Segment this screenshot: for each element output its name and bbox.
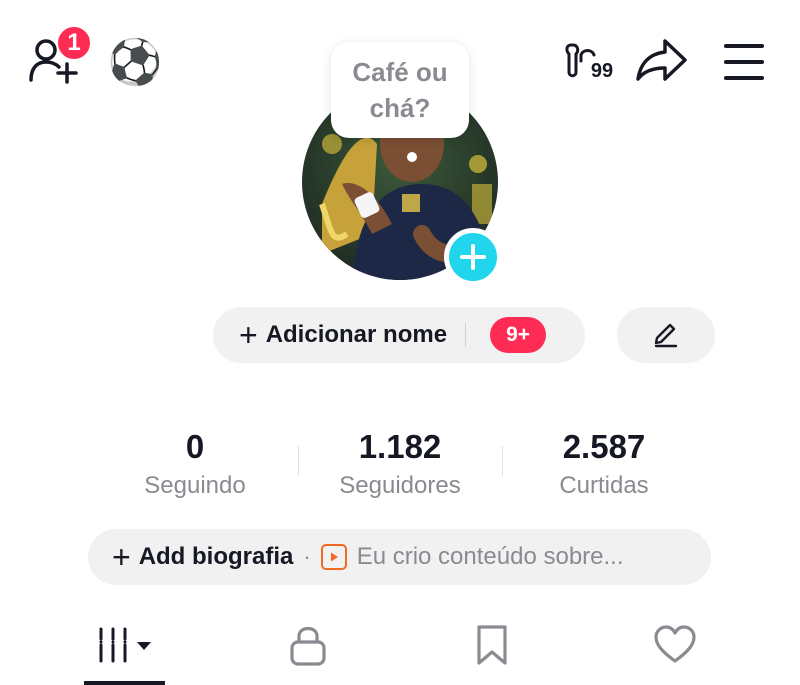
bio-separator: · <box>303 544 311 569</box>
lock-icon <box>290 626 326 666</box>
tab-private[interactable] <box>276 618 340 672</box>
stat-divider <box>298 446 299 476</box>
add-name-label: Adicionar nome <box>265 321 448 348</box>
plus-icon: + <box>112 539 131 575</box>
stat-following[interactable]: 0 Seguindo <box>105 426 285 502</box>
videos-grid-icon <box>99 627 151 663</box>
badge-button[interactable]: 99 <box>556 38 620 84</box>
status-bubble-tail <box>407 152 417 162</box>
add-bio-button[interactable]: + Add biografia · Eu crio conteúdo sobre… <box>88 529 711 585</box>
plus-icon <box>460 244 486 270</box>
avatar-add-button[interactable] <box>444 228 502 286</box>
notification-badge: 1 <box>56 25 92 61</box>
stat-likes-label: Curtidas <box>559 472 649 499</box>
add-bio-label: Add biografia <box>138 543 294 570</box>
tab-liked[interactable] <box>643 618 707 672</box>
pill-divider <box>465 323 467 347</box>
menu-icon-line <box>724 44 764 48</box>
stat-divider <box>502 446 503 476</box>
add-name-button[interactable]: + Adicionar nome 9+ <box>213 307 585 363</box>
stat-followers-value: 1.182 <box>358 428 442 465</box>
stat-likes-value: 2.587 <box>562 428 646 465</box>
stat-following-value: 0 <box>185 428 205 465</box>
heart-icon <box>654 625 696 663</box>
edit-profile-button[interactable] <box>617 307 715 363</box>
share-button[interactable] <box>632 34 690 86</box>
stat-followers[interactable]: 1.182 Seguidores <box>310 426 490 502</box>
status-bubble-text: Café ou chá? <box>352 57 448 123</box>
plus-icon: + <box>239 317 258 353</box>
stat-following-label: Seguindo <box>144 472 246 499</box>
tab-active-indicator <box>84 681 165 685</box>
tab-videos[interactable] <box>84 618 165 672</box>
badge-count: 99 <box>590 59 614 82</box>
bookmark-icon <box>477 625 507 665</box>
stat-followers-label: Seguidores <box>339 472 461 499</box>
menu-icon-line <box>724 60 764 64</box>
soccer-ball-icon: ⚽ <box>107 38 163 87</box>
name-count-badge: 9+ <box>490 317 547 353</box>
bio-hint: Eu crio conteúdo sobre... <box>356 543 624 570</box>
play-icon <box>320 544 347 570</box>
status-bubble[interactable]: Café ou chá? <box>331 42 469 138</box>
share-icon <box>636 39 687 81</box>
menu-icon-line <box>724 76 764 80</box>
stat-likes[interactable]: 2.587 Curtidas <box>514 426 694 502</box>
menu-button[interactable] <box>718 38 770 86</box>
pencil-icon <box>654 323 678 348</box>
profile-page: 1 ⚽ 99 Café ou chá? + Adicionar nome 9+ … <box>0 0 800 685</box>
tab-saved[interactable] <box>460 618 524 672</box>
